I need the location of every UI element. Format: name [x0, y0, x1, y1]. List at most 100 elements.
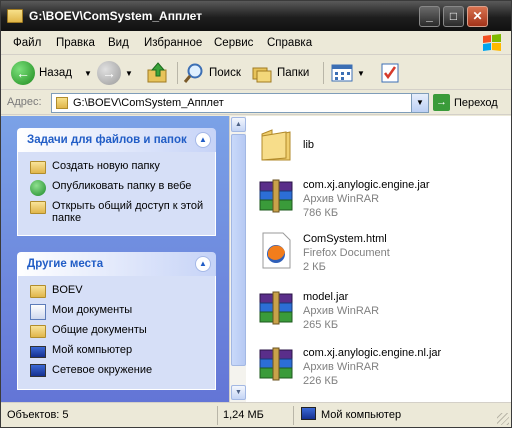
- back-arrow-icon: ←: [11, 61, 35, 85]
- file-name: model.jar: [303, 291, 349, 303]
- back-label: Назад: [39, 67, 72, 79]
- toolbar-separator: [323, 62, 324, 84]
- go-arrow-icon: →: [433, 94, 450, 111]
- share-folder-icon: [30, 201, 46, 214]
- tasks-panel: Создать новую папку Опубликовать папку в…: [17, 152, 216, 236]
- search-label: Поиск: [209, 67, 241, 79]
- folders-button[interactable]: Папки: [251, 60, 309, 86]
- forward-button[interactable]: → ▼: [97, 60, 133, 86]
- folder-icon: [261, 129, 291, 161]
- close-button[interactable]: ✕: [467, 6, 488, 27]
- address-input[interactable]: G:\BOEV\ComSystem_Апплет ▼: [51, 93, 429, 113]
- status-object-count: Объектов: 5: [7, 409, 69, 421]
- views-button[interactable]: ▼: [331, 60, 365, 86]
- file-name: com.xj.anylogic.engine.nl.jar: [303, 347, 442, 359]
- scroll-thumb[interactable]: [231, 134, 246, 366]
- go-button[interactable]: → Переход: [433, 94, 498, 111]
- file-item[interactable]: model.jar Архив WinRAR 265 КБ: [256, 286, 506, 332]
- task-label: Создать новую папку: [52, 160, 160, 172]
- scroll-up-icon[interactable]: ▲: [231, 117, 246, 132]
- folder-icon: [30, 325, 46, 338]
- menu-edit[interactable]: Правка: [56, 37, 95, 49]
- place-label: Мои документы: [52, 304, 133, 316]
- file-size: 226 КБ: [303, 375, 339, 387]
- task-share-folder[interactable]: Открыть общий доступ к этой папке: [30, 200, 210, 224]
- status-separator: [293, 406, 294, 425]
- file-type: Архив WinRAR: [303, 305, 380, 317]
- task-pane-scrollbar[interactable]: ▲ ▼: [229, 116, 246, 402]
- up-folder-button[interactable]: [146, 60, 170, 86]
- documents-icon: [30, 304, 46, 320]
- resize-grip[interactable]: [497, 413, 509, 425]
- firefox-document-icon: [262, 232, 291, 269]
- address-bar: Адрес: G:\BOEV\ComSystem_Апплет ▼ → Пере…: [1, 91, 511, 115]
- place-boev[interactable]: BOEV: [30, 284, 210, 298]
- scroll-down-icon[interactable]: ▼: [231, 385, 246, 400]
- places-panel: BOEV Мои документы Общие документы Мой к…: [17, 276, 216, 390]
- computer-icon: [301, 407, 316, 420]
- properties-button[interactable]: [379, 60, 401, 86]
- task-pane: Задачи для файлов и папок ▲ Создать нову…: [1, 116, 229, 402]
- minimize-button[interactable]: _: [419, 6, 440, 27]
- toolbar-separator: [177, 62, 178, 84]
- place-shared-documents[interactable]: Общие документы: [30, 324, 210, 338]
- collapse-icon[interactable]: ▲: [195, 256, 211, 272]
- search-icon: [183, 63, 203, 83]
- network-icon: [30, 364, 46, 377]
- winrar-archive-icon: [259, 179, 293, 213]
- file-item[interactable]: ComSystem.html Firefox Document 2 КБ: [256, 228, 506, 274]
- task-new-folder[interactable]: Создать новую папку: [30, 160, 210, 174]
- file-type: Архив WinRAR: [303, 361, 380, 373]
- views-icon: [331, 64, 353, 82]
- collapse-icon[interactable]: ▲: [195, 132, 211, 148]
- address-label: Адрес:: [7, 96, 42, 108]
- file-item[interactable]: lib: [256, 120, 506, 166]
- file-size: 2 КБ: [303, 261, 326, 273]
- search-button[interactable]: Поиск: [183, 60, 241, 86]
- place-my-computer[interactable]: Мой компьютер: [30, 344, 210, 358]
- window-title: G:\BOEV\ComSystem_Апплет: [29, 9, 203, 23]
- menu-view[interactable]: Вид: [108, 37, 129, 49]
- file-list: lib com.xj.anylogic.engine.jar Архив Win…: [246, 116, 511, 402]
- folders-icon: [252, 67, 272, 83]
- place-label: Сетевое окружение: [52, 364, 153, 376]
- status-bar: Объектов: 5 1,24 МБ Мой компьютер: [1, 402, 511, 427]
- address-path: G:\BOEV\ComSystem_Апплет: [73, 97, 224, 109]
- task-publish-web[interactable]: Опубликовать папку в вебе: [30, 180, 210, 196]
- menu-tools[interactable]: Сервис: [214, 37, 253, 49]
- file-name: com.xj.anylogic.engine.jar: [303, 179, 430, 191]
- folders-label: Папки: [277, 67, 310, 79]
- place-label: Общие документы: [52, 324, 147, 336]
- file-name: ComSystem.html: [303, 233, 387, 245]
- back-button[interactable]: ← Назад ▼: [11, 60, 92, 86]
- file-type: Firefox Document: [303, 247, 390, 259]
- menu-file[interactable]: Файл: [13, 37, 41, 49]
- chevron-down-icon: ▼: [357, 68, 365, 78]
- winrar-archive-icon: [259, 347, 293, 381]
- toolbar: ← Назад ▼ → ▼ Поиск Папки ▼: [1, 56, 511, 90]
- file-item[interactable]: com.xj.anylogic.engine.jar Архив WinRAR …: [256, 174, 506, 220]
- file-size: 786 КБ: [303, 207, 339, 219]
- computer-icon: [30, 346, 46, 358]
- tasks-panel-header[interactable]: Задачи для файлов и папок ▲: [17, 128, 216, 152]
- maximize-button[interactable]: □: [443, 6, 464, 27]
- chevron-down-icon: ▼: [125, 68, 133, 78]
- title-bar[interactable]: G:\BOEV\ComSystem_Апплет _ □ ✕: [1, 1, 511, 31]
- chevron-down-icon: ▼: [83, 68, 92, 78]
- place-my-documents[interactable]: Мои документы: [30, 304, 210, 320]
- place-label: Мой компьютер: [52, 344, 133, 356]
- menu-favorites[interactable]: Избранное: [144, 37, 202, 49]
- task-label: Опубликовать папку в вебе: [52, 180, 192, 192]
- status-location: Мой компьютер: [321, 409, 402, 421]
- menu-bar: Файл Правка Вид Избранное Сервис Справка: [1, 31, 511, 55]
- chevron-down-icon[interactable]: ▼: [411, 94, 428, 112]
- file-item[interactable]: com.xj.anylogic.engine.nl.jar Архив WinR…: [256, 342, 506, 388]
- new-folder-icon: [30, 161, 46, 174]
- publish-web-icon: [30, 180, 46, 196]
- go-label: Переход: [454, 96, 498, 109]
- places-panel-header[interactable]: Другие места ▲: [17, 252, 216, 276]
- menu-help[interactable]: Справка: [267, 37, 312, 49]
- place-network[interactable]: Сетевое окружение: [30, 364, 210, 377]
- checklist-icon: [381, 63, 399, 83]
- up-folder-icon: [147, 62, 167, 83]
